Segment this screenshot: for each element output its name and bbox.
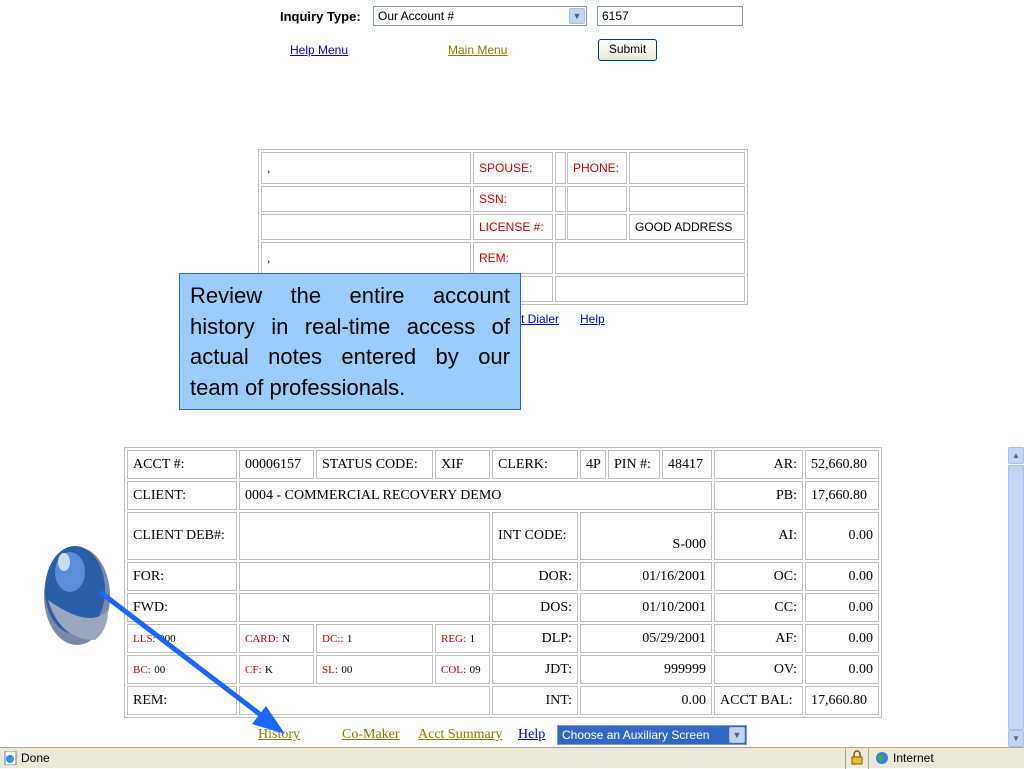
zone-label: Internet [893, 751, 934, 765]
scroll-down-icon[interactable]: ▼ [1008, 730, 1024, 747]
pointer-overlay [44, 546, 285, 734]
scroll-up-icon[interactable]: ▲ [1008, 447, 1024, 464]
globe-icon [875, 751, 889, 768]
mouse-icon [44, 546, 110, 645]
page-icon [4, 750, 18, 766]
status-divider-2 [868, 748, 869, 769]
arrow-icon [98, 590, 285, 734]
status-bar: Done Internet [0, 747, 1024, 769]
vertical-scrollbar[interactable]: ▲ ▼ [1008, 447, 1024, 747]
status-divider [845, 748, 846, 769]
lock-icon [851, 750, 863, 768]
status-done: Done [21, 751, 50, 765]
scroll-thumb[interactable] [1008, 465, 1024, 730]
